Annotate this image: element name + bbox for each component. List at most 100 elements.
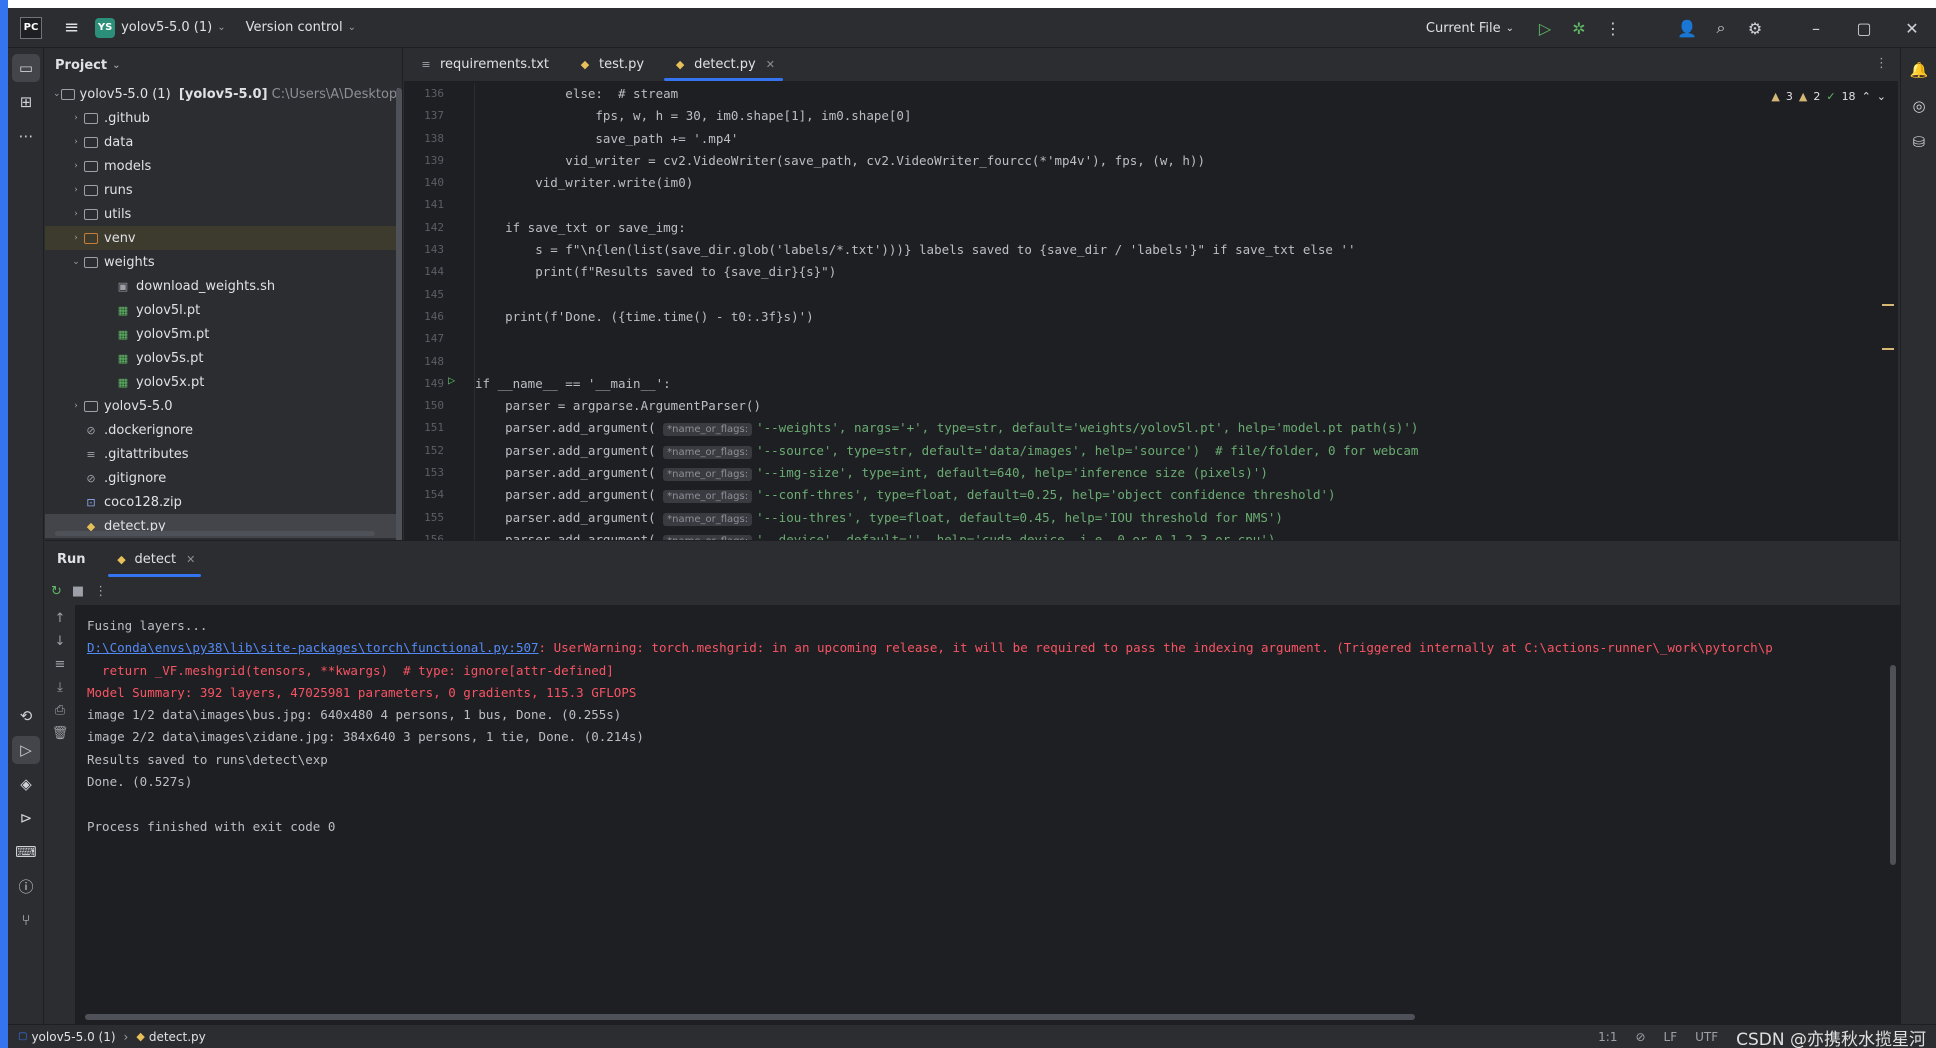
tab-detect[interactable]: ◆ detect.py ✕ <box>658 48 789 81</box>
python-file-icon: ◆ <box>675 57 685 71</box>
vertical-scrollbar[interactable] <box>1890 665 1896 865</box>
run-icon[interactable]: ▷ <box>1528 14 1562 42</box>
breadcrumb-project[interactable]: yolov5-5.0 (1) <box>31 1030 115 1044</box>
run-tab-detect[interactable]: ◆ detect ✕ <box>107 541 202 577</box>
chevron-down-icon[interactable]: ⌄ <box>1506 23 1514 34</box>
more-icon[interactable]: ⋮ <box>94 584 107 599</box>
expand-arrow-icon[interactable]: ⌄ <box>53 89 61 99</box>
python-packages-icon[interactable]: ⟲ <box>12 702 40 730</box>
collapse-arrow-icon[interactable]: › <box>69 209 83 219</box>
git-icon[interactable]: ⑂ <box>12 906 40 934</box>
vertical-scrollbar[interactable] <box>396 88 402 540</box>
tree-item[interactable]: ⊘ .dockerignore <box>45 418 402 442</box>
down-arrow-icon[interactable]: ↓ <box>55 634 66 649</box>
tree-item[interactable]: › data <box>45 130 402 154</box>
tree-item[interactable]: › models <box>45 154 402 178</box>
tree-item[interactable]: ▦ yolov5s.pt <box>45 346 402 370</box>
more-icon[interactable]: ⋮ <box>1596 14 1630 42</box>
scroll-to-end-icon[interactable]: ⤓ <box>57 680 63 695</box>
debug-icon[interactable]: ✲ <box>1562 14 1596 42</box>
maximize-icon[interactable]: ▢ <box>1840 14 1888 42</box>
source-link[interactable]: D:\Conda\envs\py38\lib\site-packages\tor… <box>87 640 539 655</box>
trash-icon[interactable]: 🗑 <box>52 726 69 741</box>
tree-root[interactable]: ⌄ yolov5-5.0 (1) [yolov5-5.0] C:\Users\A… <box>45 82 402 106</box>
tree-item[interactable]: › venv <box>45 226 402 250</box>
stop-icon[interactable]: ■ <box>72 584 84 599</box>
collapse-arrow-icon[interactable]: › <box>69 185 83 195</box>
chevron-down-icon[interactable]: ⌄ <box>217 22 225 33</box>
code-line: parser.add_argument( *name_or_flags: '--c… <box>475 484 1858 506</box>
run-config-selector[interactable]: Current File <box>1426 21 1501 36</box>
notifications-icon[interactable]: 🔔 <box>1905 56 1933 84</box>
tree-item-label: weights <box>104 254 155 270</box>
line-number: 138 <box>424 131 444 145</box>
run-tool-icon[interactable]: ▷ <box>12 736 40 764</box>
collapse-arrow-icon[interactable]: › <box>69 233 83 243</box>
tab-label: test.py <box>599 56 645 72</box>
tree-item[interactable]: ⊘ .gitignore <box>45 466 402 490</box>
expand-arrow-icon[interactable]: ⌄ <box>69 257 83 267</box>
console-output[interactable]: Fusing layers... D:\Conda\envs\py38\lib\… <box>75 605 1900 1024</box>
more-tools-icon[interactable]: ⋯ <box>12 122 40 150</box>
tab-test[interactable]: ◆ test.py <box>563 48 658 81</box>
parameter-hint: *name_or_flags: <box>663 490 753 504</box>
run-gutter-icon[interactable]: ▷ <box>448 373 455 387</box>
version-control-menu[interactable]: Version control <box>246 20 343 35</box>
up-arrow-icon[interactable]: ↑ <box>55 611 66 626</box>
file-encoding[interactable]: UTF <box>1695 1030 1718 1044</box>
close-tab-icon[interactable]: ✕ <box>766 58 775 71</box>
folder-icon[interactable]: ▭ <box>12 54 40 82</box>
problems-icon[interactable]: ⓘ <box>12 872 40 900</box>
code-view[interactable]: 136 137 138 139 140 141 142 143 144 145 146 147 148 1… <box>404 83 1898 540</box>
tree-item[interactable]: › yolov5-5.0 <box>45 394 402 418</box>
tree-item[interactable]: › .github <box>45 106 402 130</box>
horizontal-scrollbar[interactable] <box>85 1014 1415 1020</box>
line-separator[interactable]: LF <box>1664 1030 1678 1044</box>
ai-assistant-icon[interactable]: ◎ <box>1905 92 1933 120</box>
soft-wrap-icon[interactable]: ≡ <box>55 657 66 672</box>
breadcrumb-file[interactable]: detect.py <box>149 1030 206 1044</box>
chevron-down-icon[interactable]: ⌄ <box>112 60 120 71</box>
collapse-arrow-icon[interactable]: › <box>69 137 83 147</box>
gear-icon[interactable]: ⚙ <box>1738 14 1772 42</box>
readonly-toggle-icon[interactable]: ⊘ <box>1635 1030 1645 1044</box>
project-selector[interactable]: yolov5-5.0 (1) <box>121 20 212 35</box>
tree-item-label: venv <box>104 230 136 246</box>
tab-requirements[interactable]: ≡ requirements.txt <box>404 48 563 81</box>
database-icon[interactable]: ⛁ <box>1905 128 1933 156</box>
tree-item[interactable]: ≡ .gitattributes <box>45 442 402 466</box>
structure-icon[interactable]: ⊞ <box>12 88 40 116</box>
tree-item[interactable]: ▦ yolov5m.pt <box>45 322 402 346</box>
tree-item[interactable]: ⌄ weights <box>45 250 402 274</box>
tree-item[interactable]: › utils <box>45 202 402 226</box>
chevron-down-icon[interactable]: ⌄ <box>348 22 356 33</box>
close-icon[interactable]: ✕ <box>1888 14 1936 42</box>
code-text[interactable]: else: # stream fps, w, h = 30, im0.shape… <box>474 83 1858 540</box>
caret-position[interactable]: 1:1 <box>1598 1030 1617 1044</box>
minimize-icon[interactable]: – <box>1792 14 1840 42</box>
hamburger-icon[interactable]: ≡ <box>64 17 79 38</box>
folder-icon <box>83 399 99 413</box>
tree-item[interactable]: ▦ yolov5l.pt <box>45 298 402 322</box>
tree-item[interactable]: › runs <box>45 178 402 202</box>
print-icon[interactable]: ⎙ <box>55 703 65 718</box>
collapse-arrow-icon[interactable]: › <box>69 113 83 123</box>
tree-item[interactable]: ▦ yolov5x.pt <box>45 370 402 394</box>
text-file-icon: ≡ <box>421 57 431 71</box>
terminal-icon[interactable]: ⌨ <box>12 838 40 866</box>
more-icon[interactable]: ⋮ <box>1875 56 1888 71</box>
project-panel-header[interactable]: Project ⌄ <box>45 48 402 82</box>
project-badge[interactable]: YS <box>95 17 116 38</box>
tree-item[interactable]: ⊡ coco128.zip <box>45 490 402 514</box>
close-tab-icon[interactable]: ✕ <box>186 553 195 566</box>
rerun-icon[interactable]: ↻ <box>51 584 62 599</box>
search-icon[interactable]: ⌕ <box>1704 14 1738 42</box>
services-icon[interactable]: ⊳ <box>12 804 40 832</box>
code-prefix: parser.add_argument( <box>475 531 664 540</box>
layers-icon[interactable]: ◈ <box>12 770 40 798</box>
collapse-arrow-icon[interactable]: › <box>69 401 83 411</box>
tree-item[interactable]: ▣ download_weights.sh <box>45 274 402 298</box>
horizontal-scrollbar[interactable] <box>55 531 375 536</box>
collapse-arrow-icon[interactable]: › <box>69 161 83 171</box>
add-user-icon[interactable]: 👤 <box>1670 14 1704 42</box>
